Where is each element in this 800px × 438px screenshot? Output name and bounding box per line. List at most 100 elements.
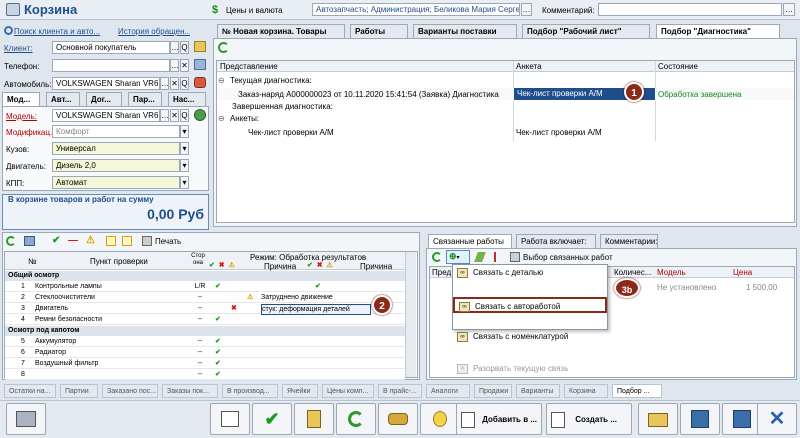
select-related-label[interactable]: Выбор связанных работ	[523, 253, 613, 262]
mod-field[interactable]: Комфорт	[52, 125, 180, 138]
calculator-button[interactable]	[294, 403, 334, 435]
checkbox-icon[interactable]	[122, 236, 132, 246]
gear-field[interactable]: Автомат	[52, 176, 180, 189]
checklist-group[interactable]: Общий осмотр	[5, 271, 405, 281]
folder-icon[interactable]	[194, 41, 206, 52]
bottom-tab[interactable]: Аналоги	[426, 384, 470, 398]
model-search-button[interactable]: Q	[180, 109, 189, 122]
col-anketa[interactable]: Анкета	[516, 62, 542, 71]
menu-link-autowork[interactable]: ∞ Связать с автоработой	[453, 297, 607, 313]
open-folder-button[interactable]	[638, 403, 678, 435]
warning-icon[interactable]: ⚠	[86, 235, 95, 246]
checklist-row[interactable]: 8 -- ✔	[5, 370, 405, 380]
bottom-tab[interactable]: Партии	[60, 384, 98, 398]
car-select-button[interactable]: …	[160, 77, 169, 90]
bottom-tab[interactable]: В прайс-...	[378, 384, 422, 398]
bottom-tab[interactable]: Цены комп...	[322, 384, 374, 398]
tab-diagnostics[interactable]: Подбор "Диагностика"	[656, 24, 780, 38]
body-field[interactable]: Универсал	[52, 142, 180, 155]
checklist-row[interactable]: 1 Контрольные лампы L/R ✔ ✔	[5, 282, 405, 292]
col-side[interactable]: Стор она	[190, 253, 206, 267]
save-as-button[interactable]	[680, 403, 720, 435]
model-field[interactable]: VOLKSWAGEN Sharan VR6	[52, 109, 160, 122]
checkbox-icon[interactable]	[106, 236, 116, 246]
client-field[interactable]: Основной покупатель	[52, 41, 170, 54]
tab-work-includes[interactable]: Работа включает:	[516, 234, 596, 248]
approve-button[interactable]: ✔	[252, 403, 292, 435]
checklist-row[interactable]: 4 Ремни безопасности -- ✔	[5, 315, 405, 325]
cashier-button[interactable]	[6, 403, 46, 435]
model-select-button[interactable]: …	[160, 109, 169, 122]
diag-checklist-name[interactable]: Чек-лист проверки А/М	[248, 128, 334, 137]
minus-icon[interactable]: —	[68, 235, 78, 246]
bottom-tab[interactable]: В производ...	[222, 384, 278, 398]
tab-contracts[interactable]: Дог...	[86, 92, 122, 106]
body-dropdown[interactable]: ▾	[180, 142, 189, 155]
checklist-row[interactable]: 3 Двигатель -- ✖ стук: деформация деталей	[5, 304, 405, 315]
bottom-tab[interactable]: Подбор ...	[612, 384, 662, 398]
col-state[interactable]: Состояние	[658, 62, 698, 71]
print-icon[interactable]	[142, 236, 152, 246]
col-reason-1[interactable]: Причина	[264, 262, 296, 271]
close-button[interactable]: ✕	[757, 403, 797, 435]
col-pred[interactable]: Пред	[432, 268, 451, 277]
check-icon[interactable]: ✔	[52, 235, 60, 246]
tab-related-works[interactable]: Связанные работы	[428, 234, 512, 248]
bottom-tab[interactable]: Заказы пок...	[162, 384, 218, 398]
diag-row-ankets[interactable]: ⊖ Анкеты:	[218, 113, 518, 125]
menu-break-link[interactable]: ✕ Разорвать текущую связь	[453, 361, 607, 377]
diag-checklist-anketa[interactable]: Чек-лист проверки А/М	[516, 128, 602, 137]
menu-link-detail[interactable]: ∞ Связать с деталью	[453, 265, 607, 281]
checklist-group[interactable]: Осмотр под капотом	[5, 326, 405, 336]
tab-works[interactable]: Работы	[350, 24, 408, 38]
engine-field[interactable]: Дизель 2,0	[52, 159, 180, 172]
car-service-button[interactable]	[378, 403, 418, 435]
col-model[interactable]: Модель	[657, 268, 686, 277]
car-field[interactable]: VOLKSWAGEN Sharan VR6 "	[52, 77, 160, 90]
phone-field[interactable]	[52, 59, 170, 72]
col-price[interactable]: Цена	[733, 268, 752, 277]
tab-supply-variants[interactable]: Варианты поставки	[413, 24, 517, 38]
create-button[interactable]: Создать ...	[546, 403, 632, 435]
col-point[interactable]: Пункт проверки	[90, 257, 148, 266]
col-presentation[interactable]: Представление	[220, 62, 278, 71]
checklist-row[interactable]: 7 Воздушный фильтр -- ✔	[5, 359, 405, 369]
tab-worksheet[interactable]: Подбор "Рабочий лист"	[522, 24, 650, 38]
gear-dropdown[interactable]: ▾	[180, 176, 189, 189]
checklist-row[interactable]: 5 Аккумулятор -- ✔	[5, 337, 405, 347]
refresh-icon[interactable]	[6, 236, 16, 246]
bottom-tab[interactable]: Продажи	[474, 384, 512, 398]
engine-dropdown[interactable]: ▾	[180, 159, 189, 172]
car-search-button[interactable]: Q	[180, 77, 189, 90]
history-link[interactable]: История обращен...	[118, 27, 190, 36]
mod-dropdown[interactable]: ▾	[180, 125, 189, 138]
car-clear-button[interactable]: ✕	[170, 77, 179, 90]
refresh-icon[interactable]	[432, 252, 442, 262]
client-label[interactable]: Клиент:	[4, 44, 33, 53]
add-to-button[interactable]: Добавить в ...	[456, 403, 542, 435]
model-label[interactable]: Модель:	[6, 112, 37, 121]
shop-info-button[interactable]: …	[521, 3, 532, 16]
catalog-icon[interactable]	[194, 109, 206, 121]
diag-row-finished[interactable]: Завершенная диагностика:	[232, 101, 333, 113]
checklist-scrollbar[interactable]	[405, 252, 416, 377]
bottom-tab[interactable]: Заказано пос...	[102, 384, 158, 398]
car-icon[interactable]	[194, 77, 206, 88]
table-icon[interactable]	[510, 252, 520, 262]
search-client-link[interactable]: Поиск клиента и авто...	[14, 27, 102, 36]
refresh-document-button[interactable]	[336, 403, 376, 435]
menu-link-nomenclature[interactable]: ∞ Связать с номенклатурой	[453, 329, 607, 345]
comment-button[interactable]: …	[783, 3, 795, 16]
tab-settings[interactable]: Нас...	[168, 92, 206, 106]
comment-field[interactable]	[598, 3, 782, 16]
grid-icon[interactable]	[24, 236, 35, 246]
tab-comments[interactable]: Комментарии:	[600, 234, 658, 248]
shop-info-field[interactable]: Автозапчасть; Администрация; Беликова Ма…	[312, 3, 520, 16]
client-search-button[interactable]: Q	[180, 41, 189, 54]
bottom-tab[interactable]: Остатки на...	[4, 384, 56, 398]
phone-select-button[interactable]: …	[170, 59, 179, 72]
client-select-button[interactable]: …	[170, 41, 179, 54]
model-clear-button[interactable]: ✕	[170, 109, 179, 122]
col-num[interactable]: №	[28, 257, 37, 266]
print-button[interactable]: Печать	[155, 237, 181, 246]
